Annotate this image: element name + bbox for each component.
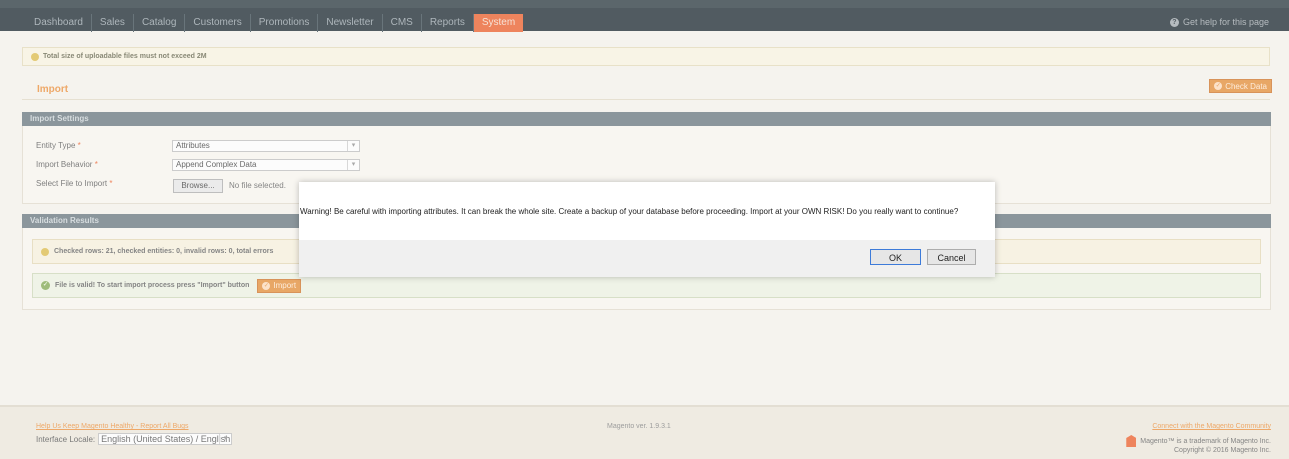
ok-button[interactable]: OK [870,249,921,265]
dialog-message: Warning! Be careful with importing attri… [300,207,959,216]
dialog-footer: OK Cancel [299,240,995,277]
cancel-button[interactable]: Cancel [927,249,976,265]
confirm-dialog: Warning! Be careful with importing attri… [299,182,995,277]
